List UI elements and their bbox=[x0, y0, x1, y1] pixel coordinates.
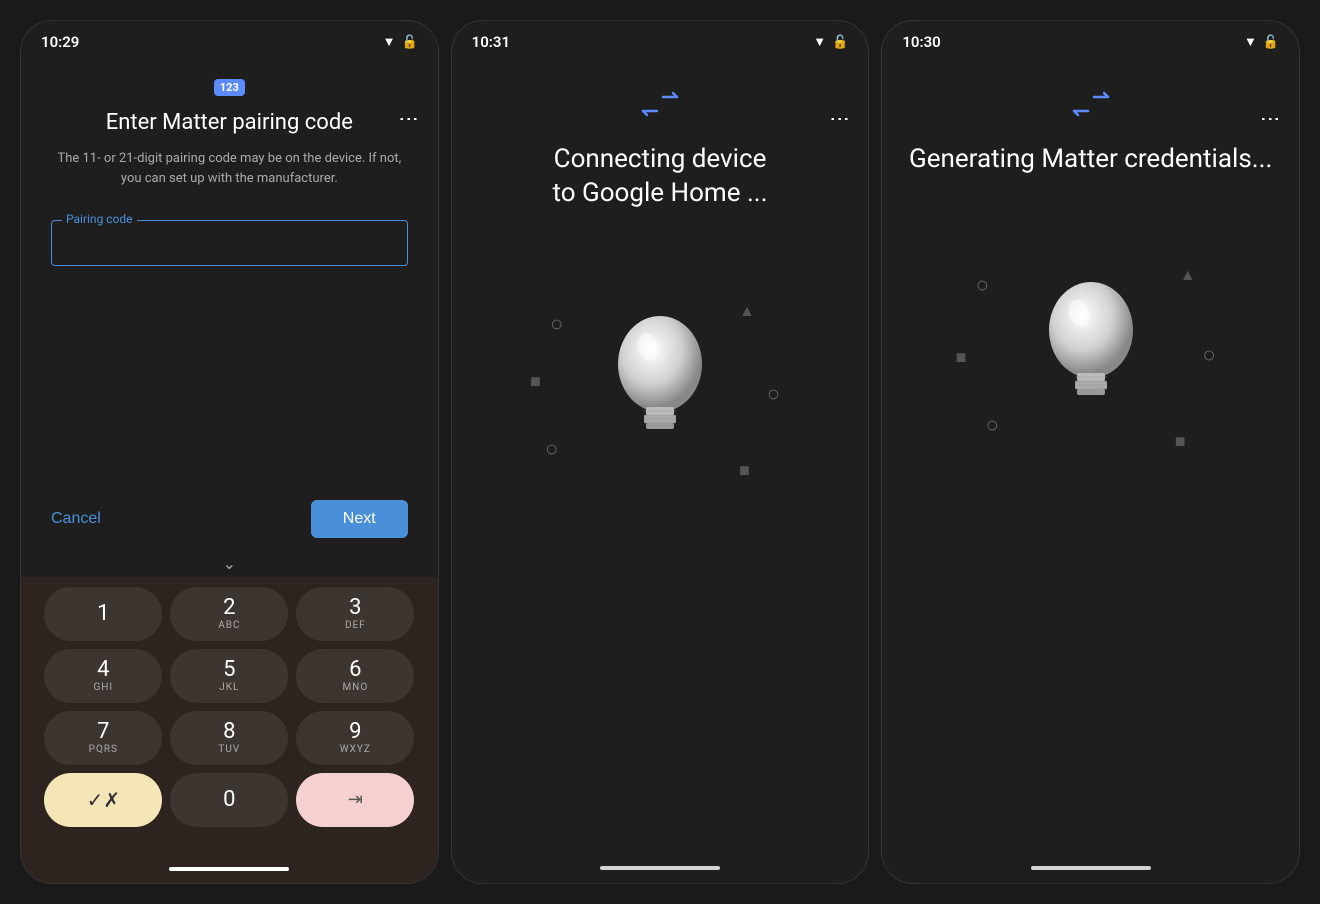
light-bulb-3 bbox=[1031, 265, 1151, 429]
home-bar-3 bbox=[882, 853, 1299, 883]
cancel-button[interactable]: Cancel bbox=[51, 510, 101, 528]
battery-icon-3: 🔓 bbox=[1263, 35, 1279, 50]
key-8[interactable]: 8 TUV bbox=[170, 711, 288, 765]
shape-circle-tl: ○ bbox=[550, 311, 563, 337]
status-time-3: 10:30 bbox=[902, 33, 940, 51]
phone-2: 10:31 ▼ 🔓 ⋮ Connecting device to Google … bbox=[451, 20, 870, 884]
key-tab[interactable]: ⇥ bbox=[296, 773, 414, 827]
status-bar-1: 10:29 ▼ 🔓 bbox=[21, 21, 438, 59]
pairing-subtitle: The 11- or 21-digit pairing code may be … bbox=[51, 149, 408, 188]
shape-square-br-3: ■ bbox=[1175, 431, 1186, 452]
status-icons-1: ▼ 🔓 bbox=[383, 34, 418, 50]
shape-circle-bl: ○ bbox=[545, 436, 558, 462]
home-bar-2 bbox=[452, 853, 869, 883]
shape-square-ml: ■ bbox=[530, 371, 541, 392]
key-3[interactable]: 3 DEF bbox=[296, 587, 414, 641]
shape-triangle-tr-3: ▲ bbox=[1180, 265, 1196, 285]
wifi-icon-2: ▼ bbox=[813, 34, 826, 50]
key-1[interactable]: 1 bbox=[44, 587, 162, 641]
wifi-icon: ▼ bbox=[383, 34, 396, 50]
phone-1: 10:29 ▼ 🔓 ⋮ 123 Enter Matter pairing cod… bbox=[20, 20, 439, 884]
battery-icon-2: 🔓 bbox=[832, 35, 848, 50]
shape-triangle-tr: ▲ bbox=[739, 301, 755, 321]
key-6[interactable]: 6 MNO bbox=[296, 649, 414, 703]
connecting-title-2: Connecting device to Google Home ... bbox=[552, 143, 767, 211]
wifi-icon-3: ▼ bbox=[1244, 34, 1257, 50]
home-bar-line-1 bbox=[169, 867, 289, 871]
shape-square-ml-3: ■ bbox=[956, 347, 967, 368]
keyboard-row-4: ✓✗ 0 ⇥ bbox=[29, 773, 430, 827]
pairing-actions: Cancel Next bbox=[51, 488, 408, 550]
key-2[interactable]: 2 ABC bbox=[170, 587, 288, 641]
menu-dots-3[interactable]: ⋮ bbox=[1259, 109, 1283, 129]
status-icons-3: ▼ 🔓 bbox=[1244, 34, 1279, 50]
bulb-scene-3: ○ ▲ ■ ○ ○ ■ bbox=[951, 237, 1231, 457]
keyboard-row-2: 4 GHI 5 JKL 6 MNO bbox=[29, 649, 430, 703]
keyboard-row-3: 7 PQRS 8 TUV 9 WXYZ bbox=[29, 711, 430, 765]
shape-circle-tl-3: ○ bbox=[976, 272, 989, 298]
phone-3: 10:30 ▼ 🔓 ⋮ Generating Matter credential… bbox=[881, 20, 1300, 884]
home-bar-line-2 bbox=[600, 866, 720, 870]
next-button[interactable]: Next bbox=[311, 500, 408, 538]
shape-circle-mr: ○ bbox=[767, 381, 780, 407]
pairing-title: Enter Matter pairing code bbox=[106, 110, 353, 135]
pairing-input-wrap[interactable]: Pairing code bbox=[51, 220, 408, 266]
status-bar-3: 10:30 ▼ 🔓 bbox=[882, 21, 1299, 59]
menu-dots-2[interactable]: ⋮ bbox=[828, 109, 852, 129]
key-5[interactable]: 5 JKL bbox=[170, 649, 288, 703]
key-4[interactable]: 4 GHI bbox=[44, 649, 162, 703]
badge-123: 123 bbox=[214, 79, 245, 96]
keyboard-row-1: 1 2 ABC 3 DEF bbox=[29, 587, 430, 641]
chevron-down: ⌄ bbox=[21, 550, 438, 577]
light-bulb-2 bbox=[600, 299, 720, 463]
status-icons-2: ▼ 🔓 bbox=[813, 34, 848, 50]
phone2-main: Connecting device to Google Home ... ○ ▲… bbox=[452, 59, 869, 853]
pairing-code-input[interactable] bbox=[66, 235, 393, 253]
battery-icon: 🔓 bbox=[401, 35, 417, 50]
phone1-main: 123 Enter Matter pairing code The 11- or… bbox=[21, 59, 438, 550]
connect-arrows-icon-3 bbox=[1066, 89, 1116, 123]
phone3-main: Generating Matter credentials... ○ ▲ ■ ○… bbox=[882, 59, 1299, 853]
key-7[interactable]: 7 PQRS bbox=[44, 711, 162, 765]
home-bar-1 bbox=[21, 855, 438, 883]
shape-circle-bl-3: ○ bbox=[986, 412, 999, 438]
bulb-scene-2: ○ ▲ ■ ○ ○ ■ bbox=[520, 271, 800, 491]
key-9[interactable]: 9 WXYZ bbox=[296, 711, 414, 765]
keyboard: 1 2 ABC 3 DEF 4 GHI 5 JKL bbox=[21, 577, 438, 855]
phones-container: 10:29 ▼ 🔓 ⋮ 123 Enter Matter pairing cod… bbox=[0, 0, 1320, 904]
key-0[interactable]: 0 bbox=[170, 773, 288, 827]
status-time-1: 10:29 bbox=[41, 33, 79, 51]
home-bar-line-3 bbox=[1031, 866, 1151, 870]
shape-square-br: ■ bbox=[739, 460, 750, 481]
menu-dots-1[interactable]: ⋮ bbox=[398, 109, 422, 129]
connect-arrows-icon-2 bbox=[635, 89, 685, 123]
status-bar-2: 10:31 ▼ 🔓 bbox=[452, 21, 869, 59]
status-time-2: 10:31 bbox=[472, 33, 510, 51]
pairing-input-label: Pairing code bbox=[62, 212, 137, 226]
shape-circle-mr-3: ○ bbox=[1202, 342, 1215, 368]
key-backspace[interactable]: ✓✗ bbox=[44, 773, 162, 827]
connecting-title-3: Generating Matter credentials... bbox=[909, 143, 1272, 177]
